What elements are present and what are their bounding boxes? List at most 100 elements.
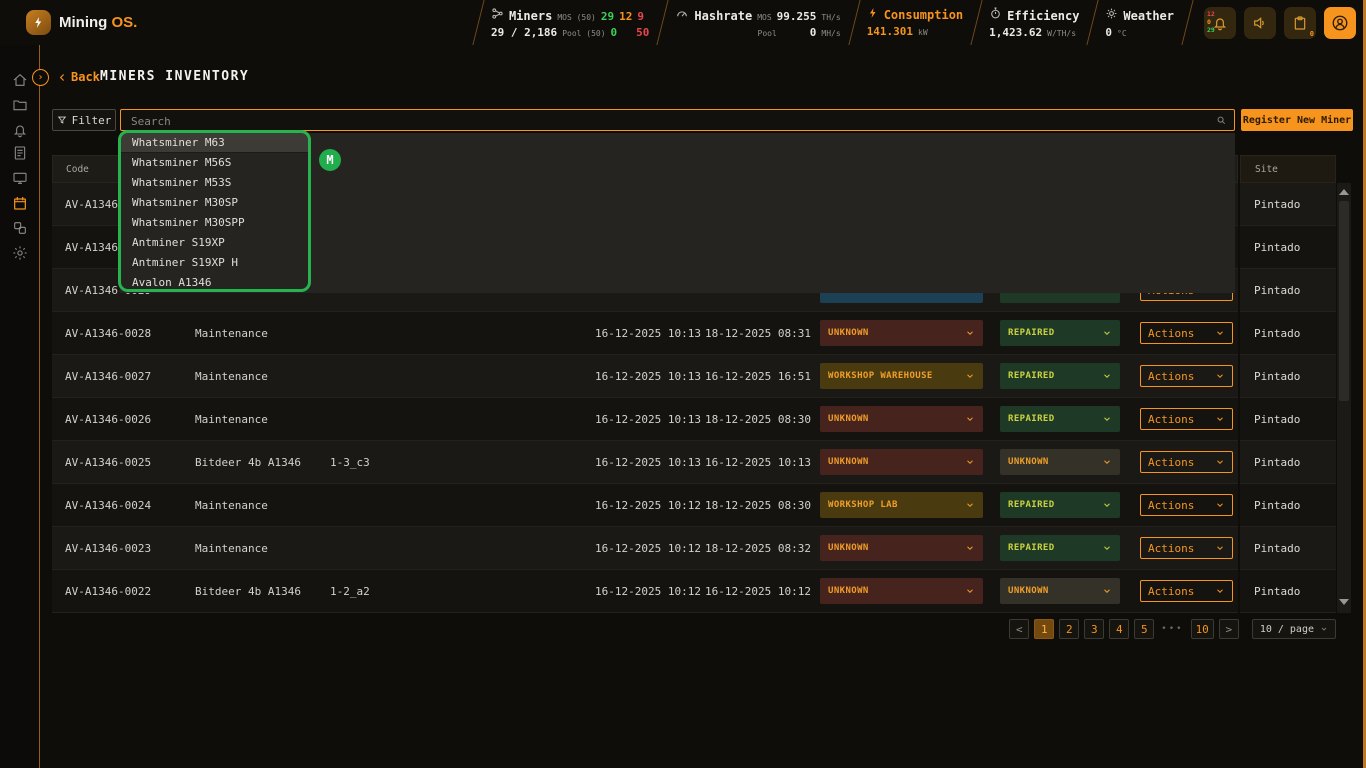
site-column: Site Pintado Pintado Pintado Pintado Pin… bbox=[1240, 155, 1336, 613]
miner-model: Bitdeer 4b A1346 bbox=[195, 456, 330, 469]
date-updated: 18-12-2025 08:32 bbox=[705, 542, 820, 555]
suggestion-item[interactable]: Whatsminer M63 bbox=[120, 133, 309, 153]
table-row: AV-A1346-0026 Maintenance 16-12-2025 10:… bbox=[52, 398, 1238, 441]
date-updated: 16-12-2025 10:12 bbox=[705, 585, 820, 598]
back-chevron-icon bbox=[58, 72, 67, 83]
page-button[interactable]: 5 bbox=[1134, 619, 1154, 639]
page-button[interactable]: 3 bbox=[1084, 619, 1104, 639]
stat-consumption: Consumption 141.301 kW bbox=[861, 0, 969, 45]
sidebar-item-reports[interactable] bbox=[12, 145, 28, 161]
actions-dropdown[interactable]: Actions bbox=[1140, 365, 1233, 387]
header-divider bbox=[1180, 0, 1194, 45]
status-select[interactable]: REPAIRED bbox=[1000, 535, 1120, 561]
user-icon bbox=[1331, 14, 1349, 32]
app-logo: Mining OS. bbox=[26, 10, 137, 35]
status-select[interactable]: REPAIRED bbox=[1000, 492, 1120, 518]
status-select[interactable]: UNKNOWN bbox=[1000, 578, 1120, 604]
filter-button[interactable]: Filter bbox=[52, 109, 116, 131]
page-button[interactable]: 4 bbox=[1109, 619, 1129, 639]
chevron-down-icon bbox=[1320, 625, 1328, 633]
prev-page-button[interactable]: < bbox=[1009, 619, 1029, 639]
status-select[interactable]: REPAIRED bbox=[1000, 320, 1120, 346]
location-select[interactable]: WORKSHOP WAREHOUSE bbox=[820, 363, 983, 389]
status-select[interactable]: REPAIRED bbox=[1000, 406, 1120, 432]
status-select[interactable]: REPAIRED bbox=[1000, 363, 1120, 389]
actions-dropdown[interactable]: Actions bbox=[1140, 537, 1233, 559]
tasks-badge: 0 bbox=[1310, 30, 1314, 38]
header-divider bbox=[655, 0, 669, 45]
speaker-icon bbox=[1252, 15, 1268, 31]
page-title: MINERS INVENTORY bbox=[100, 69, 249, 84]
suggestion-item[interactable]: Whatsminer M53S bbox=[120, 173, 309, 193]
sidebar-item-folders[interactable] bbox=[12, 97, 28, 113]
location-select[interactable]: UNKNOWN bbox=[820, 535, 983, 561]
actions-dropdown[interactable]: Actions bbox=[1140, 322, 1233, 344]
sound-button[interactable] bbox=[1244, 7, 1276, 39]
date-created: 16-12-2025 10:12 bbox=[595, 585, 705, 598]
location-select[interactable]: UNKNOWN bbox=[820, 406, 983, 432]
search-suggestions-panel: Whatsminer M63 Whatsminer M56S Whatsmine… bbox=[120, 133, 1235, 293]
suggestion-item[interactable]: Whatsminer M30SP bbox=[120, 193, 309, 213]
table-row: AV-A1346-0028 Maintenance 16-12-2025 10:… bbox=[52, 312, 1238, 355]
date-created: 16-12-2025 10:12 bbox=[595, 542, 705, 555]
actions-dropdown[interactable]: Actions bbox=[1140, 580, 1233, 602]
sidebar-item-monitor[interactable] bbox=[12, 170, 28, 186]
table-row: AV-A1346-0024 Maintenance 16-12-2025 10:… bbox=[52, 484, 1238, 527]
table-row: AV-A1346-0027 Maintenance 16-12-2025 10:… bbox=[52, 355, 1238, 398]
suggestion-item[interactable]: Antminer S19XP bbox=[120, 232, 309, 252]
register-new-miner-button[interactable]: Register New Miner bbox=[1241, 109, 1353, 131]
sidebar-item-modules[interactable] bbox=[12, 220, 28, 236]
sidebar-item-inventory[interactable] bbox=[12, 195, 28, 211]
page-button[interactable]: 2 bbox=[1059, 619, 1079, 639]
miner-model: Maintenance bbox=[195, 542, 330, 555]
site-cell: Pintado bbox=[1240, 527, 1336, 570]
notifications-button[interactable]: 12 0 29 bbox=[1204, 7, 1236, 39]
scroll-down-icon[interactable] bbox=[1339, 599, 1349, 605]
stat-weather: Weather 0 °C bbox=[1099, 0, 1180, 45]
sidebar-expand-toggle[interactable]: › bbox=[32, 69, 49, 86]
back-link[interactable]: Back bbox=[58, 70, 100, 84]
stat-efficiency: Efficiency 1,423.62 W/TH/s bbox=[983, 0, 1085, 45]
miner-code: AV-A1346-0024 bbox=[65, 499, 195, 512]
actions-dropdown[interactable]: Actions bbox=[1140, 494, 1233, 516]
top-bar: Mining OS. Miners MOS (50) 29 12 9 29 / … bbox=[0, 0, 1366, 45]
site-cell: Pintado bbox=[1240, 355, 1336, 398]
date-created: 16-12-2025 10:12 bbox=[595, 499, 705, 512]
miner-position: 1-3_c3 bbox=[330, 456, 595, 469]
table-row: AV-A1346-0022 Bitdeer 4b A1346 1-2_a2 16… bbox=[52, 570, 1238, 613]
actions-dropdown[interactable]: Actions bbox=[1140, 451, 1233, 473]
suggestion-item[interactable]: Antminer S19XP H bbox=[120, 252, 309, 272]
miner-code: AV-A1346-0022 bbox=[65, 585, 195, 598]
location-select[interactable]: UNKNOWN bbox=[820, 320, 983, 346]
account-button[interactable] bbox=[1324, 7, 1356, 39]
scrollbar-thumb[interactable] bbox=[1339, 201, 1349, 401]
date-updated: 18-12-2025 08:30 bbox=[705, 413, 820, 426]
next-page-button[interactable]: > bbox=[1219, 619, 1239, 639]
pagination-ellipsis: ••• bbox=[1159, 624, 1185, 634]
stat-miners: Miners MOS (50) 29 12 9 29 / 2,186 Pool … bbox=[485, 0, 655, 45]
sidebar-item-settings[interactable] bbox=[12, 245, 28, 261]
suggestion-item[interactable]: Avalon A1346 bbox=[120, 272, 309, 292]
page-size-select[interactable]: 10 / page bbox=[1252, 619, 1336, 639]
suggestion-item[interactable]: Whatsminer M56S bbox=[120, 153, 309, 173]
status-select[interactable]: UNKNOWN bbox=[1000, 449, 1120, 475]
page-button[interactable]: 1 bbox=[1034, 619, 1054, 639]
table-scrollbar[interactable] bbox=[1337, 183, 1351, 613]
tasks-button[interactable]: 0 bbox=[1284, 7, 1316, 39]
header-divider bbox=[1085, 0, 1099, 45]
location-select[interactable]: UNKNOWN bbox=[820, 449, 983, 475]
actions-dropdown[interactable]: Actions bbox=[1140, 408, 1233, 430]
location-select[interactable]: WORKSHOP LAB bbox=[820, 492, 983, 518]
sidebar-item-home[interactable] bbox=[12, 72, 28, 88]
brand-name: Mining OS. bbox=[59, 14, 137, 31]
miner-position: 1-2_a2 bbox=[330, 585, 595, 598]
scroll-up-icon[interactable] bbox=[1339, 189, 1349, 195]
location-select[interactable]: UNKNOWN bbox=[820, 578, 983, 604]
sidebar-item-alerts[interactable] bbox=[12, 122, 28, 138]
date-updated: 16-12-2025 10:13 bbox=[705, 456, 820, 469]
page-button[interactable]: 10 bbox=[1191, 619, 1214, 639]
search-input[interactable] bbox=[121, 112, 1234, 132]
suggestion-item[interactable]: Whatsminer M30SPP bbox=[120, 213, 309, 233]
date-updated: 18-12-2025 08:30 bbox=[705, 499, 820, 512]
miner-model: Maintenance bbox=[195, 370, 330, 383]
